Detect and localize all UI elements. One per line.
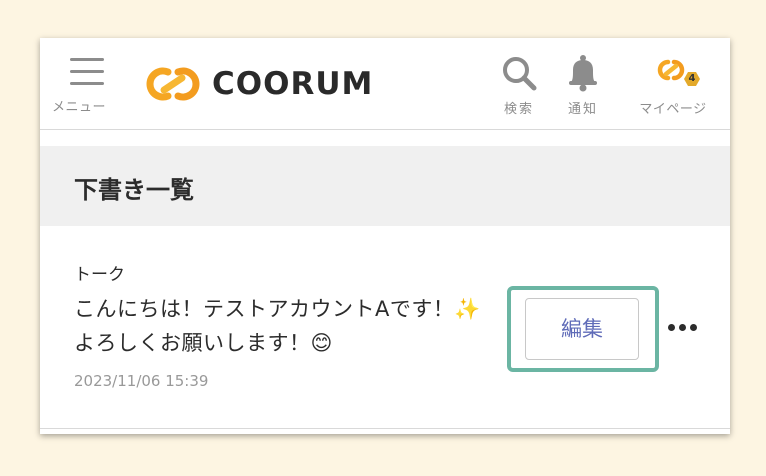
bell-icon <box>569 55 597 92</box>
draft-body: こんにちは！テストアカウントAです！✨ よろしくお願いします！😊 <box>74 297 482 355</box>
page-header: 下書き一覧 <box>40 146 730 226</box>
more-horizontal-icon[interactable] <box>666 314 700 342</box>
menu-label: メニュー <box>52 100 107 115</box>
coorum-logo-icon <box>146 67 200 101</box>
mypage-label: マイページ <box>639 102 707 117</box>
header: メニュー COORUM 検索 通知 4 マイページ <box>40 38 730 130</box>
mypage-button[interactable]: 4 マイページ <box>628 54 718 118</box>
search-label: 検索 <box>503 102 534 117</box>
list-item[interactable]: トーク こんにちは！テストアカウントAです！✨ よろしくお願いします！😊 202… <box>40 226 730 426</box>
app-window: メニュー COORUM 検索 通知 4 マイページ 下書き一覧 トーク こんにち… <box>40 38 730 434</box>
menu-button[interactable]: メニュー <box>52 58 112 118</box>
edit-button[interactable]: 編集 <box>525 298 639 360</box>
draft-category: トーク <box>74 265 125 285</box>
notification-button[interactable]: 通知 <box>556 54 610 118</box>
header-spacer <box>40 130 730 146</box>
divider <box>40 428 730 429</box>
logo-text: COORUM <box>212 66 374 102</box>
page-title: 下書き一覧 <box>74 176 194 204</box>
hamburger-icon <box>70 58 104 86</box>
draft-timestamp: 2023/11/06 15:39 <box>74 372 209 390</box>
mypage-badge: 4 <box>688 73 696 84</box>
search-button[interactable]: 検索 <box>492 54 546 118</box>
search-icon <box>503 57 537 91</box>
avatar <box>657 59 700 86</box>
notification-label: 通知 <box>567 102 598 117</box>
